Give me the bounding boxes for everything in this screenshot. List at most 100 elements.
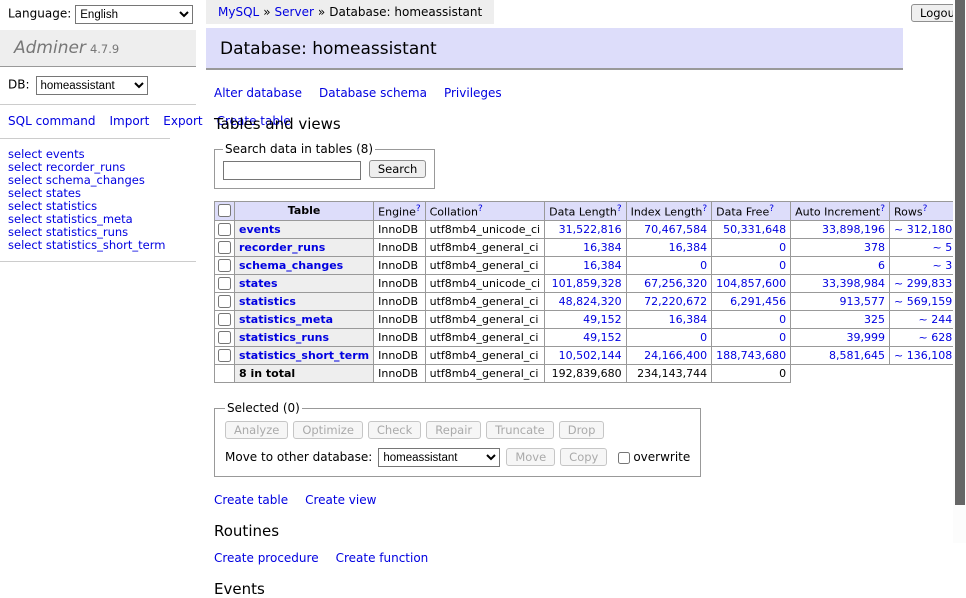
data-free-cell-link[interactable]: 188,743,680 <box>716 349 786 362</box>
rows-cell-link[interactable]: ~ 3 <box>932 259 952 272</box>
total-engine-cell: InnoDB <box>374 365 425 383</box>
index-length-cell-link[interactable]: 67,256,320 <box>644 277 707 290</box>
scrollbar-thumb[interactable] <box>955 0 965 505</box>
table-name-link[interactable]: events <box>239 223 281 236</box>
create-link[interactable]: Create table <box>214 493 288 507</box>
help-icon[interactable]: ? <box>923 204 928 214</box>
table-name-link[interactable]: schema_changes <box>239 259 343 272</box>
help-icon[interactable]: ? <box>478 204 483 214</box>
db-selector-row: DB:homeassistant <box>0 67 196 105</box>
rows-cell-link[interactable]: ~ 628 <box>918 331 952 344</box>
rows-cell-link[interactable]: ~ 312,180 <box>894 223 952 236</box>
help-icon[interactable]: ? <box>769 204 774 214</box>
table-name-link[interactable]: statistics_meta <box>239 313 333 326</box>
data-free-cell-link[interactable]: 50,331,648 <box>723 223 786 236</box>
data-free-cell-link[interactable]: 0 <box>779 313 786 326</box>
selected-analyze-button[interactable]: Analyze <box>225 421 288 439</box>
data-free-cell-link[interactable]: 104,857,600 <box>716 277 786 290</box>
database-action-link[interactable]: Database schema <box>319 86 427 100</box>
data-length-cell-link[interactable]: 16,384 <box>583 259 622 272</box>
data-length-cell-link[interactable]: 49,152 <box>583 313 622 326</box>
row-checkbox[interactable] <box>218 313 231 326</box>
database-action-link[interactable]: Alter database <box>214 86 302 100</box>
rows-cell-link[interactable]: ~ 569,159 <box>894 295 952 308</box>
data-free-cell: 104,857,600 <box>712 275 791 293</box>
auto-increment-cell-link[interactable]: 39,999 <box>847 331 886 344</box>
auto-increment-cell: 325 <box>791 311 890 329</box>
rows-cell-link[interactable]: ~ 5 <box>932 241 952 254</box>
sidebar-select-link[interactable]: select statistics_short_term <box>8 239 188 252</box>
index-length-cell-link[interactable]: 0 <box>700 331 707 344</box>
auto-increment-cell-link[interactable]: 33,398,984 <box>822 277 885 290</box>
sidebar-action-link[interactable]: SQL command <box>8 114 95 128</box>
total-data-free-cell: 0 <box>712 365 791 383</box>
data-free-cell-link[interactable]: 0 <box>779 259 786 272</box>
row-checkbox[interactable] <box>218 295 231 308</box>
help-icon[interactable]: ? <box>416 204 421 214</box>
index-length-cell-link[interactable]: 24,166,400 <box>644 349 707 362</box>
auto-increment-cell-link[interactable]: 33,898,196 <box>822 223 885 236</box>
table-name-cell: states <box>235 275 374 293</box>
column-header: Rows? <box>890 201 957 221</box>
search-button[interactable]: Search <box>369 160 427 178</box>
create-link[interactable]: Create view <box>305 493 376 507</box>
row-checkbox[interactable] <box>218 223 231 236</box>
data-free-cell-link[interactable]: 6,291,456 <box>730 295 786 308</box>
auto-increment-cell-link[interactable]: 8,581,645 <box>829 349 885 362</box>
row-checkbox[interactable] <box>218 277 231 290</box>
db-select[interactable]: homeassistant <box>36 76 148 95</box>
search-input[interactable] <box>223 161 361 180</box>
routine-link[interactable]: Create procedure <box>214 551 319 565</box>
index-length-cell-link[interactable]: 0 <box>700 259 707 272</box>
table-name-link[interactable]: recorder_runs <box>239 241 325 254</box>
row-check-cell <box>215 275 235 293</box>
table-name-link[interactable]: states <box>239 277 278 290</box>
data-length-cell-link[interactable]: 48,824,320 <box>559 295 622 308</box>
table-name-link[interactable]: statistics <box>239 295 296 308</box>
routine-link[interactable]: Create function <box>336 551 429 565</box>
copy-button[interactable]: Copy <box>560 448 607 466</box>
move-button[interactable]: Move <box>506 448 555 466</box>
row-checkbox[interactable] <box>218 241 231 254</box>
help-icon[interactable]: ? <box>880 204 885 214</box>
auto-increment-cell-link[interactable]: 6 <box>878 259 885 272</box>
auto-increment-cell-link[interactable]: 378 <box>864 241 885 254</box>
data-length-cell-link[interactable]: 101,859,328 <box>552 277 622 290</box>
data-free-cell-link[interactable]: 0 <box>779 331 786 344</box>
selected-check-button[interactable]: Check <box>368 421 421 439</box>
rows-cell-link[interactable]: ~ 299,833 <box>894 277 952 290</box>
overwrite-checkbox[interactable] <box>618 452 630 464</box>
selected-drop-button[interactable]: Drop <box>559 421 605 439</box>
sidebar-action-link[interactable]: Import <box>109 114 149 128</box>
index-length-cell-link[interactable]: 16,384 <box>669 241 708 254</box>
data-free-cell-link[interactable]: 0 <box>779 241 786 254</box>
rows-cell-link[interactable]: ~ 136,108 <box>894 349 952 362</box>
select-all-checkbox[interactable] <box>218 204 231 217</box>
selected-optimize-button[interactable]: Optimize <box>293 421 363 439</box>
help-icon[interactable]: ? <box>702 204 707 214</box>
index-length-cell-link[interactable]: 16,384 <box>669 313 708 326</box>
index-length-cell-link[interactable]: 70,467,584 <box>644 223 707 236</box>
rows-cell-link[interactable]: ~ 244 <box>918 313 952 326</box>
data-length-cell-link[interactable]: 31,522,816 <box>559 223 622 236</box>
table-name-link[interactable]: statistics_short_term <box>239 349 369 362</box>
language-select[interactable]: English <box>75 5 193 24</box>
auto-increment-cell-link[interactable]: 913,577 <box>840 295 886 308</box>
selected-truncate-button[interactable]: Truncate <box>486 421 554 439</box>
collation-cell: utf8mb4_unicode_ci <box>425 221 544 239</box>
help-icon[interactable]: ? <box>617 204 622 214</box>
sidebar-action-link[interactable]: Export <box>163 114 202 128</box>
auto-increment-cell-link[interactable]: 325 <box>864 313 885 326</box>
data-length-cell-link[interactable]: 49,152 <box>583 331 622 344</box>
selected-repair-button[interactable]: Repair <box>426 421 481 439</box>
scrollbar-track[interactable] <box>953 0 966 543</box>
data-length-cell-link[interactable]: 10,502,144 <box>559 349 622 362</box>
row-checkbox[interactable] <box>218 349 231 362</box>
table-name-link[interactable]: statistics_runs <box>239 331 329 344</box>
row-checkbox[interactable] <box>218 331 231 344</box>
data-length-cell-link[interactable]: 16,384 <box>583 241 622 254</box>
database-action-link[interactable]: Privileges <box>444 86 502 100</box>
row-checkbox[interactable] <box>218 259 231 272</box>
index-length-cell-link[interactable]: 72,220,672 <box>644 295 707 308</box>
move-db-select[interactable]: homeassistant <box>378 448 500 467</box>
